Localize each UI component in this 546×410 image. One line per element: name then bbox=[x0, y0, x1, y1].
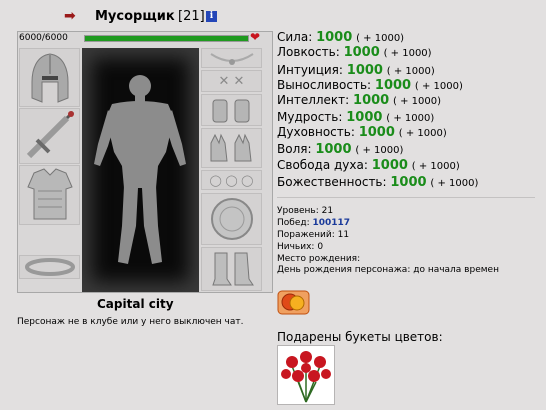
stat-label: Воля: bbox=[277, 142, 312, 156]
stat-row: Мудрость: 1000 ( + 1000) bbox=[277, 110, 434, 126]
belt-slot[interactable] bbox=[19, 255, 80, 279]
stat-bonus: ( + 1000) bbox=[356, 33, 405, 44]
stat-row: Интеллект: 1000 ( + 1000) bbox=[277, 93, 441, 109]
gloves-icon bbox=[210, 133, 252, 162]
stat-value: 1000 bbox=[374, 78, 412, 93]
divider bbox=[277, 197, 535, 198]
stat-bonus: ( + 1000) bbox=[393, 96, 442, 107]
character-name: Мусорщик bbox=[95, 9, 175, 24]
armor-icon bbox=[26, 168, 73, 220]
helmet-slot[interactable] bbox=[19, 48, 80, 107]
stat-value: 1000 bbox=[315, 142, 352, 157]
stat-label: Интеллект: bbox=[277, 93, 350, 107]
weapon-slot[interactable] bbox=[19, 108, 80, 164]
level-label: Уровень: bbox=[277, 206, 319, 216]
stat-value: 1000 bbox=[371, 158, 408, 173]
stat-label: Выносливость: bbox=[277, 78, 372, 92]
wins-value[interactable]: 100117 bbox=[313, 218, 351, 228]
stat-value: 1000 bbox=[316, 30, 353, 45]
clan-status-note: Персонаж не в клубе или у него выключен … bbox=[17, 317, 244, 327]
stat-row: Воля: 1000 ( + 1000) bbox=[277, 142, 403, 158]
stat-value: 1000 bbox=[353, 93, 390, 108]
roses-bouquet-icon bbox=[281, 351, 331, 403]
draws-label: Ничьих: bbox=[277, 242, 315, 252]
flowers-title: Подарены букеты цветов: bbox=[277, 330, 443, 344]
stat-label: Свобода духа: bbox=[277, 158, 368, 172]
stat-row: Выносливость: 1000 ( + 1000) bbox=[277, 78, 463, 94]
losses-value: 11 bbox=[337, 230, 350, 240]
birthplace-label: Место рождения: bbox=[277, 254, 361, 264]
heart-icon: ❤ bbox=[250, 30, 261, 44]
stat-row: Свобода духа: 1000 ( + 1000) bbox=[277, 158, 460, 174]
stat-label: Божественность: bbox=[277, 175, 387, 189]
stat-value: 1000 bbox=[358, 125, 395, 140]
stat-value: 1000 bbox=[390, 175, 427, 190]
birthday-label: День рождения персонажа: bbox=[277, 265, 411, 275]
helmet-icon bbox=[31, 52, 68, 103]
stat-bonus: ( + 1000) bbox=[386, 113, 435, 124]
stat-bonus: ( + 1000) bbox=[430, 178, 479, 189]
stat-row: Ловкость: 1000 ( + 1000) bbox=[277, 45, 432, 61]
birthday-value: до начала времен bbox=[413, 265, 499, 275]
rings-slot[interactable]: ◯ ◯ ◯ bbox=[201, 170, 262, 190]
flower-bouquet[interactable] bbox=[277, 345, 335, 405]
city-label: Capital city bbox=[97, 297, 174, 311]
armor-slot[interactable] bbox=[19, 165, 80, 225]
character-level: [21] bbox=[178, 9, 205, 24]
boots-icon bbox=[211, 252, 254, 286]
stat-label: Духовность: bbox=[277, 125, 355, 139]
draws-value: 0 bbox=[317, 242, 324, 252]
stat-row: Духовность: 1000 ( + 1000) bbox=[277, 125, 447, 141]
stat-value: 1000 bbox=[346, 63, 383, 78]
birthplace-line: Место рождения: bbox=[277, 254, 360, 265]
amulet-slot[interactable] bbox=[201, 48, 262, 68]
stat-bonus: ( + 1000) bbox=[386, 66, 435, 77]
sword-icon bbox=[26, 110, 74, 159]
back-arrow-icon[interactable]: ➡ bbox=[64, 9, 76, 23]
stat-row: Интуиция: 1000 ( + 1000) bbox=[277, 63, 435, 79]
character-silhouette bbox=[82, 48, 199, 292]
rings-icon: ◯ ◯ ◯ bbox=[209, 173, 254, 187]
stat-bonus: ( + 1000) bbox=[411, 161, 460, 172]
bracers-icon bbox=[212, 99, 249, 123]
hp-bar bbox=[84, 35, 249, 42]
stat-label: Сила: bbox=[277, 30, 313, 44]
earrings-slot[interactable]: ✕ ✕ bbox=[201, 70, 262, 92]
info-icon[interactable]: i bbox=[206, 11, 217, 22]
hp-text: 6000/6000 bbox=[19, 33, 68, 43]
stat-label: Ловкость: bbox=[277, 45, 340, 59]
stat-label: Мудрость: bbox=[277, 110, 343, 124]
stat-row: Сила: 1000 ( + 1000) bbox=[277, 30, 404, 46]
earrings-icon: ✕ ✕ bbox=[218, 73, 245, 89]
body-silhouette-icon bbox=[94, 75, 186, 264]
stat-bonus: ( + 1000) bbox=[383, 48, 432, 59]
level-line: Уровень: 21 bbox=[277, 206, 333, 217]
stat-value: 1000 bbox=[346, 110, 383, 125]
stat-bonus: ( + 1000) bbox=[398, 128, 447, 139]
medal-icon[interactable] bbox=[277, 290, 310, 315]
gloves-slot[interactable] bbox=[201, 128, 262, 168]
draws-line: Ничьих: 0 bbox=[277, 242, 323, 253]
stat-bonus: ( + 1000) bbox=[355, 145, 404, 156]
stat-value: 1000 bbox=[343, 45, 380, 60]
stat-label: Интуиция: bbox=[277, 63, 343, 77]
shield-icon bbox=[210, 198, 253, 240]
wins-label: Побед: bbox=[277, 218, 310, 228]
belt-icon bbox=[24, 258, 75, 276]
losses-label: Поражений: bbox=[277, 230, 335, 240]
birthday-line: День рождения персонажа: до начала време… bbox=[277, 265, 499, 276]
shield-slot[interactable] bbox=[201, 193, 262, 245]
stat-bonus: ( + 1000) bbox=[414, 81, 463, 92]
wins-line: Побед: 100117 bbox=[277, 218, 350, 229]
boots-slot[interactable] bbox=[201, 247, 262, 291]
bracer-slot[interactable] bbox=[201, 94, 262, 126]
stat-row: Божественность: 1000 ( + 1000) bbox=[277, 175, 478, 191]
hp-bar-fill bbox=[85, 36, 248, 41]
losses-line: Поражений: 11 bbox=[277, 230, 349, 241]
level-value: 21 bbox=[321, 206, 334, 216]
necklace-icon bbox=[209, 53, 254, 65]
